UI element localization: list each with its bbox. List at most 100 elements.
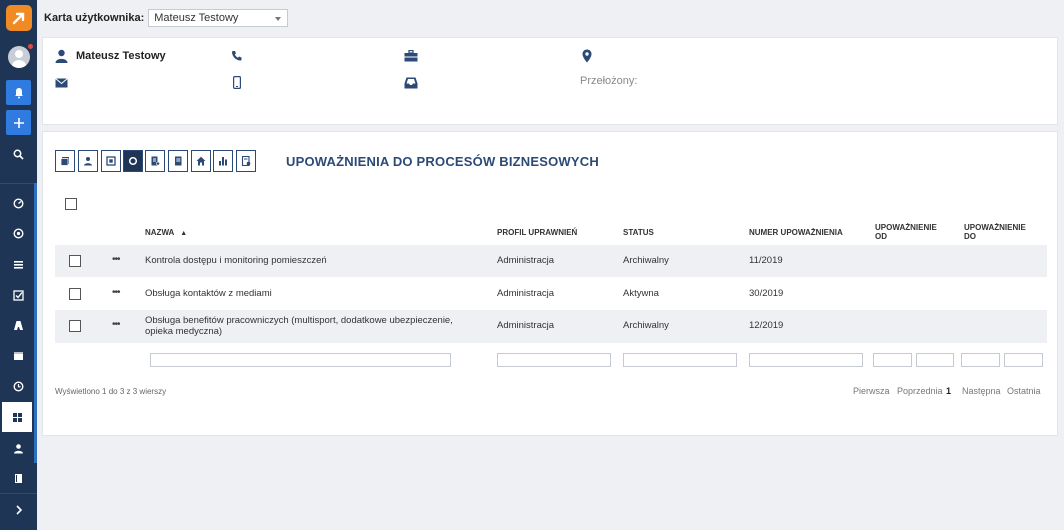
tab-document[interactable] [168,150,188,172]
pager-first[interactable]: Pierwsza [853,386,890,396]
sidebar-item-targets[interactable] [0,218,37,248]
expand-sidebar-button[interactable] [0,495,37,525]
notification-dot [28,44,33,49]
section-title: UPOWAŻNIENIA DO PROCESÓW BIZNESOWYCH [286,154,599,169]
user-icon [84,157,92,166]
sidebar-item-modules[interactable] [2,402,32,432]
row-checkbox[interactable] [69,255,81,267]
supervisor-item: Przełożony: [580,75,637,87]
select-all-checkbox[interactable] [65,198,77,210]
tab-documents[interactable] [55,150,75,172]
user-icon [14,443,23,453]
user-avatar[interactable] [8,46,30,68]
row-name: Obsługa benefitów pracowniczych (multisp… [145,315,453,337]
column-header-name-label: NAZWA [145,228,175,237]
column-header-profile[interactable]: PROFIL UPRAWNIEŃ [497,228,577,237]
column-header-number[interactable]: NUMER UPOWAŻNIENIA [749,228,843,237]
table-row[interactable]: ••• Kontrola dostępu i monitoring pomies… [55,245,1047,277]
phone-item [231,50,242,61]
plus-icon [13,117,24,128]
envelope-icon [55,78,68,88]
sidebar-item-dashboard[interactable] [0,188,37,218]
tab-processes[interactable] [123,150,143,172]
sidebar-item-documents[interactable] [0,463,37,493]
sidebar [0,0,37,530]
profile-name: Mateusz Testowy [76,50,166,62]
filter-to-start-input[interactable] [961,353,1000,367]
calendar-icon [14,351,23,360]
checkbox-icon [13,289,24,301]
column-header-to-line1: UPOWAŻNIENIE [964,223,1026,232]
sidebar-item-calendar[interactable] [0,340,37,370]
tab-statistics[interactable] [213,150,233,172]
row-name: Obsługa kontaktów z mediami [145,288,272,299]
phone-icon [232,51,242,61]
grid-icon [12,412,22,422]
search-icon [13,149,24,160]
app-logo[interactable] [6,5,32,31]
tab-badge[interactable] [101,150,121,172]
column-header-name[interactable]: NAZWA ▲ [145,228,187,238]
bar-chart-icon [219,157,227,166]
pager-last[interactable]: Ostatnia [1007,386,1041,396]
authorizations-card: UPOWAŻNIENIA DO PROCESÓW BIZNESOWYCH NAZ… [42,131,1058,436]
filter-status-input[interactable] [623,353,737,367]
target-icon [13,227,24,239]
table-row[interactable]: ••• Obsługa benefitów pracowniczych (mul… [55,310,1047,343]
filter-profile-input[interactable] [497,353,611,367]
filter-from-end-input[interactable] [916,353,954,367]
chevron-down-icon [275,17,282,21]
tab-checklist[interactable] [145,150,165,172]
user-select[interactable]: Mateusz Testowy [148,9,289,27]
table-row[interactable]: ••• Obsługa kontaktów z mediami Administ… [55,278,1047,310]
tab-user[interactable] [78,150,98,172]
pager-next[interactable]: Następna [962,386,1001,396]
column-header-from[interactable]: UPOWAŻNIENIE OD [875,223,937,241]
profile-card: Mateusz Testowy Przełożony: [42,37,1058,125]
tab-home[interactable] [191,150,211,172]
column-header-status[interactable]: STATUS [623,228,654,237]
sidebar-separator-bottom [0,493,37,494]
row-status: Aktywna [623,288,659,299]
add-button[interactable] [6,110,31,135]
location-item [582,49,592,63]
filter-from-start-input[interactable] [873,353,912,367]
filter-to-end-input[interactable] [1004,353,1043,367]
sidebar-item-road[interactable] [0,310,37,340]
notifications-button[interactable] [6,80,31,105]
sort-asc-icon: ▲ [180,230,188,237]
profile-name-item: Mateusz Testowy [55,49,166,63]
sidebar-scrollbar[interactable] [34,183,37,463]
row-number: 30/2019 [749,288,784,299]
pager-current-page[interactable]: 1 [946,386,951,396]
row-menu-icon[interactable]: ••• [112,319,120,330]
row-status: Archiwalny [623,255,669,266]
chevron-right-icon [15,505,22,515]
badge-icon [106,156,116,166]
user-card-bar: Karta użytkownika: Mateusz Testowy [44,8,289,28]
list-icon [14,260,23,269]
row-number: 11/2019 [749,255,783,266]
sidebar-item-list[interactable] [0,249,37,279]
search-button[interactable] [0,139,37,169]
column-header-to[interactable]: UPOWAŻNIENIE DO [964,223,1026,241]
user-icon [55,49,68,63]
sidebar-item-users[interactable] [0,433,37,463]
email-item [55,78,68,88]
column-header-to-line2: DO [964,232,976,241]
pager-prev[interactable]: Poprzednia [897,386,943,396]
row-status: Archiwalny [623,320,669,331]
row-checkbox[interactable] [69,288,81,300]
sidebar-item-tasks[interactable] [0,280,37,310]
filter-number-input[interactable] [749,353,863,367]
gauge-icon [13,197,24,209]
row-checkbox[interactable] [69,320,81,332]
sidebar-item-history[interactable] [0,371,37,401]
filter-name-input[interactable] [150,353,451,367]
mobile-item [233,76,241,89]
tab-report[interactable] [236,150,256,172]
inbox-item [404,77,418,89]
row-menu-icon[interactable]: ••• [112,287,120,298]
supervisor-label: Przełożony: [580,75,638,87]
row-menu-icon[interactable]: ••• [112,254,120,265]
